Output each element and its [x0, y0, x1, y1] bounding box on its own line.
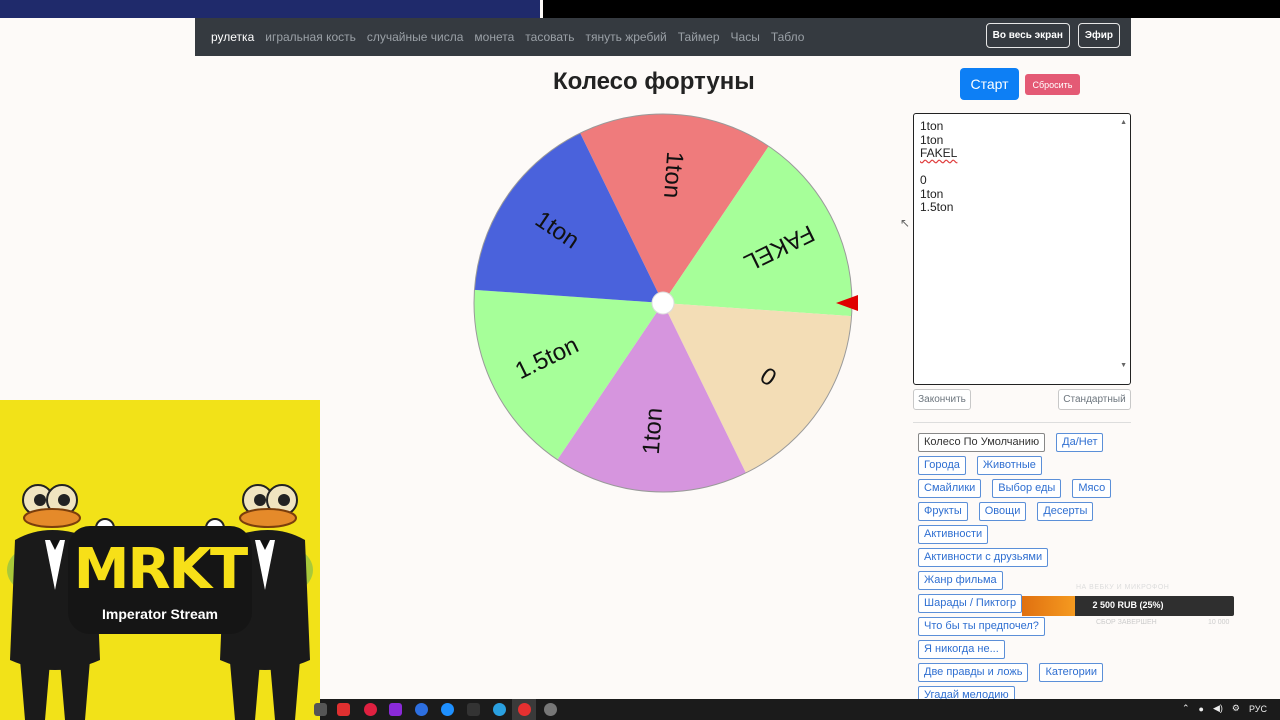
preset-list: Колесо По Умолчанию Да/Нет Города Животн… [918, 433, 1133, 709]
nav-item-shuffle[interactable]: тасовать [525, 30, 574, 44]
preset-two-truths[interactable]: Две правды и ложь [918, 663, 1029, 682]
preset-yes-no[interactable]: Да/Нет [1056, 433, 1104, 452]
preset-row: Колесо По Умолчанию Да/Нет [918, 433, 1133, 452]
preset-row: Фрукты Овощи Десерты [918, 502, 1133, 521]
entry-line: 1.5ton [920, 200, 954, 214]
nav-items: рулетка игральная кость случайные числа … [195, 30, 815, 44]
mrkt-badge: MRKT Imperator Stream [68, 526, 252, 634]
preset-fruits[interactable]: Фрукты [918, 502, 968, 521]
settings-icon[interactable]: ⚙ [1232, 703, 1240, 714]
broadcast-button[interactable]: Эфир [1077, 23, 1120, 48]
fullscreen-button[interactable]: Во весь экран [985, 23, 1070, 48]
scroll-down-icon[interactable]: ▼ [1120, 359, 1127, 373]
page-title: Колесо фортуны [553, 68, 755, 95]
donation-progress-bar: 2 500 RUB (25%) [1022, 596, 1234, 616]
preset-activities-friends[interactable]: Активности с друзьями [918, 548, 1049, 567]
system-tray: ⌃ ● ◀) ⚙ РУС [1182, 703, 1267, 714]
preset-charades[interactable]: Шарады / Пиктогр [918, 594, 1023, 613]
standard-button[interactable]: Стандартный [1058, 389, 1131, 410]
preset-emoji[interactable]: Смайлики [918, 479, 982, 498]
photo-app-icon[interactable] [441, 703, 454, 716]
wheel-pointer-icon [836, 295, 858, 311]
preset-row: Города Животные [918, 456, 1133, 475]
donation-widget: НА ВЕБКУ И МИКРОФОН 2 500 RUB (25%) СБОР… [1022, 582, 1234, 628]
segment-label: 1ton [638, 407, 668, 455]
preset-movie-genre[interactable]: Жанр фильма [918, 571, 1003, 590]
segment-label: 1ton [658, 151, 688, 199]
donation-title: НА ВЕБКУ И МИКРОФОН [1076, 584, 1170, 591]
divider [913, 422, 1131, 423]
nav-right: Во весь экран Эфир [985, 23, 1120, 48]
keyboard-language[interactable]: РУС [1249, 704, 1267, 714]
reset-button[interactable]: Сбросить [1025, 74, 1080, 95]
entry-line: FAKEL [920, 146, 958, 160]
preset-row: Активности [918, 525, 1133, 544]
donation-status: СБОР ЗАВЕРШЕН [1096, 619, 1157, 626]
entries-textarea[interactable]: 1ton 1ton FAKEL 0 1ton 1.5ton ▲ ▼ [913, 113, 1131, 385]
taskbar: ⌃ ● ◀) ⚙ РУС [314, 699, 1280, 720]
wheel-hub[interactable] [651, 291, 675, 315]
donation-amount: 2 500 RUB (25%) [1092, 600, 1164, 610]
check-app-icon[interactable] [415, 703, 428, 716]
preset-row: Смайлики Выбор еды Мясо [918, 479, 1133, 498]
entry-line: 1ton [920, 186, 944, 201]
preset-never-have-i[interactable]: Я никогда не... [918, 640, 1005, 659]
nav-item-timer[interactable]: Таймер [678, 30, 720, 44]
wheel-svg: 1tonFAKEL01ton1.5ton1ton [473, 113, 853, 493]
preset-categories[interactable]: Категории [1039, 663, 1104, 682]
telegram-icon[interactable] [493, 703, 506, 716]
notes-icon[interactable] [467, 703, 480, 716]
preset-row: Я никогда не... [918, 640, 1133, 659]
nav-item-clock[interactable]: Часы [731, 30, 760, 44]
preset-row: Две правды и ложь Категории [918, 663, 1133, 682]
top-strip-right [543, 0, 1280, 18]
entry-line [920, 161, 1124, 175]
chevron-up-icon[interactable]: ⌃ [1182, 703, 1190, 714]
donation-goal: 10 000 [1208, 619, 1230, 626]
preset-cities[interactable]: Города [918, 456, 966, 475]
fortune-wheel[interactable]: 1ton FAKEL 0 1ton 1.5ton 1ton [472, 112, 854, 494]
yandex-icon[interactable] [337, 703, 350, 716]
top-strip-left [0, 0, 540, 18]
start-button[interactable]: Старт [960, 68, 1019, 100]
stream-overlay-logo: MRKT Imperator Stream [0, 400, 320, 720]
mouse-cursor-icon: ↖ [900, 216, 911, 230]
scroll-up-icon[interactable]: ▲ [1120, 116, 1127, 130]
preset-animals[interactable]: Животные [976, 456, 1042, 475]
preset-default-wheel[interactable]: Колесо По Умолчанию [918, 433, 1046, 452]
editor-icon[interactable] [389, 703, 402, 716]
microphone-icon[interactable]: ● [1199, 704, 1204, 714]
nav-item-dice[interactable]: игральная кость [265, 30, 356, 44]
preset-desserts[interactable]: Десерты [1037, 502, 1094, 521]
finish-button[interactable]: Закончить [913, 389, 971, 410]
preset-activities[interactable]: Активности [918, 525, 989, 544]
preset-row: Активности с друзьями [918, 548, 1133, 567]
logo-subtitle: Imperator Stream [102, 606, 218, 622]
nav-item-roulette[interactable]: рулетка [211, 30, 254, 44]
entry-line: 1ton [920, 119, 944, 133]
entry-line: 1ton [920, 132, 944, 147]
opera-icon[interactable] [364, 703, 377, 716]
nav-item-coin[interactable]: монета [474, 30, 514, 44]
taskbar-app-icon[interactable] [314, 703, 327, 716]
nav-item-draw-lots[interactable]: тянуть жребий [586, 30, 667, 44]
entry-line: 0 [920, 173, 927, 187]
preset-vegetables[interactable]: Овощи [978, 502, 1027, 521]
browser-icon[interactable] [518, 703, 531, 716]
obs-icon[interactable] [544, 703, 557, 716]
nav-item-random-numbers[interactable]: случайные числа [367, 30, 464, 44]
navbar: рулетка игральная кость случайные числа … [195, 18, 1131, 56]
logo-text: MRKT [73, 537, 248, 602]
volume-icon[interactable]: ◀) [1213, 703, 1223, 714]
preset-food-choice[interactable]: Выбор еды [992, 479, 1062, 498]
preset-meat[interactable]: Мясо [1072, 479, 1112, 498]
nav-item-scoreboard[interactable]: Табло [771, 30, 805, 44]
